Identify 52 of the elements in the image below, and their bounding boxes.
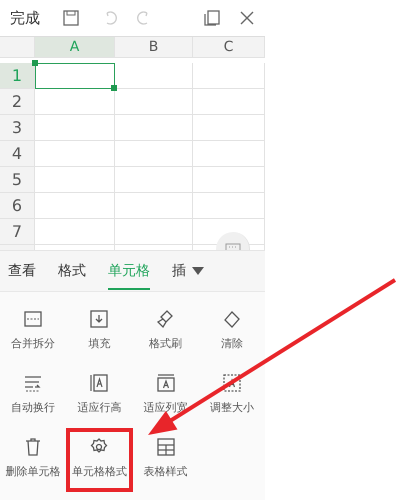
done-button[interactable]: 完成 bbox=[10, 8, 40, 28]
fill-icon bbox=[88, 308, 110, 330]
tool-button[interactable]: 单元格格式 bbox=[66, 428, 132, 492]
row-height-icon bbox=[88, 372, 110, 394]
table-cell[interactable] bbox=[115, 219, 193, 245]
tool-button[interactable]: 合并拆分 bbox=[0, 300, 66, 364]
table-cell[interactable] bbox=[115, 193, 193, 219]
table-cell[interactable] bbox=[35, 219, 115, 245]
tool-button[interactable]: 清除 bbox=[198, 300, 265, 364]
selected-cell[interactable] bbox=[35, 63, 115, 89]
table-cell[interactable] bbox=[193, 89, 265, 115]
tab[interactable]: 格式 bbox=[58, 252, 86, 290]
table-cell[interactable] bbox=[35, 115, 115, 141]
dropdown-icon[interactable] bbox=[192, 267, 204, 275]
table-cell[interactable] bbox=[115, 89, 193, 115]
row-header[interactable]: 3 bbox=[0, 115, 35, 141]
tool-button[interactable]: 表格样式 bbox=[132, 428, 199, 492]
resize-icon bbox=[220, 372, 243, 394]
row-header[interactable]: 4 bbox=[0, 141, 35, 167]
column-width-icon bbox=[154, 372, 177, 394]
save-icon[interactable] bbox=[62, 9, 80, 27]
table-cell[interactable] bbox=[115, 141, 193, 167]
table-cell[interactable] bbox=[115, 63, 193, 89]
table-cell[interactable] bbox=[35, 89, 115, 115]
close-icon[interactable] bbox=[239, 10, 255, 26]
tool-button[interactable]: 格式刷 bbox=[132, 300, 199, 364]
tab[interactable]: 查看 bbox=[8, 252, 36, 290]
table-cell[interactable] bbox=[193, 115, 265, 141]
row-header[interactable]: 7 bbox=[0, 219, 35, 245]
table-cell[interactable] bbox=[115, 115, 193, 141]
table-cell[interactable] bbox=[193, 141, 265, 167]
table-cell[interactable] bbox=[35, 193, 115, 219]
column-header[interactable]: C bbox=[193, 37, 265, 58]
tab[interactable]: 插 bbox=[172, 252, 186, 290]
tool-button[interactable]: 删除单元格 bbox=[0, 428, 66, 492]
pages-icon[interactable] bbox=[203, 9, 221, 27]
row-header[interactable]: 5 bbox=[0, 167, 35, 193]
table-cell[interactable] bbox=[35, 167, 115, 193]
row-header[interactable]: 6 bbox=[0, 193, 35, 219]
tool-button[interactable]: 调整大小 bbox=[198, 364, 265, 428]
tool-button[interactable]: 填充 bbox=[66, 300, 132, 364]
table-cell[interactable] bbox=[193, 63, 265, 89]
table-icon bbox=[154, 436, 177, 458]
table-cell[interactable] bbox=[193, 193, 265, 219]
table-cell[interactable] bbox=[35, 141, 115, 167]
row-header[interactable]: 2 bbox=[0, 89, 35, 115]
corner-cell[interactable] bbox=[0, 37, 35, 58]
tool-button[interactable]: 适应行高 bbox=[66, 364, 132, 428]
tool-button[interactable]: 自动换行 bbox=[0, 364, 66, 428]
column-header[interactable]: B bbox=[115, 37, 193, 58]
table-cell[interactable] bbox=[193, 167, 265, 193]
table-cell[interactable] bbox=[115, 167, 193, 193]
